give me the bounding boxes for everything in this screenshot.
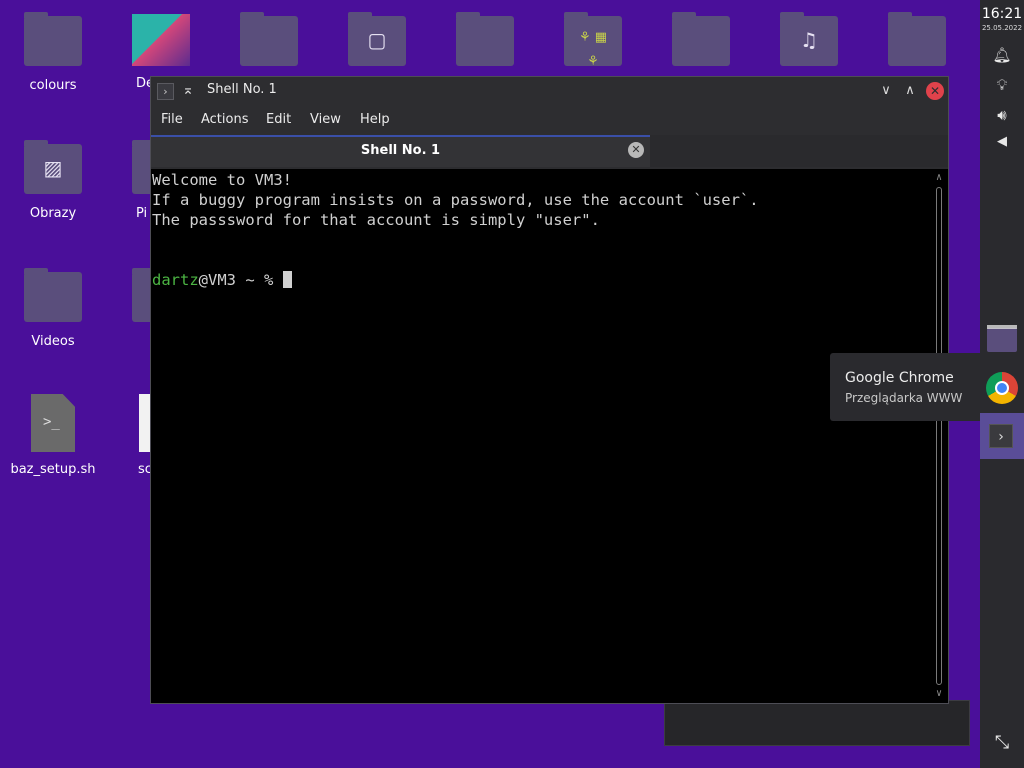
folder-games-icon: ⚘ ▦ ⚘ [564,12,622,69]
desktop-folder[interactable] [872,12,962,66]
menubar: File Actions Edit View Help [151,105,948,135]
desktop-icon-baz-setup[interactable]: >_ baz_setup.sh [8,394,98,477]
scroll-down-icon[interactable]: ∨ [930,687,948,701]
menu-file[interactable]: File [161,112,183,127]
expand-tray-icon[interactable]: ◀ [980,134,1024,149]
desktop-icon-colours[interactable]: colours [8,12,98,93]
folder-icon [672,12,730,66]
notifications-bell-icon[interactable]: 🔔︎ [980,46,1024,64]
prompt-host: @VM3 ~ % [198,271,283,289]
folder-music-icon: ♫ [780,12,838,66]
desktop-folder[interactable] [440,12,530,66]
prompt-user: dartz [152,271,199,289]
close-icon: ✕ [929,84,941,98]
desktop-folder[interactable] [224,12,314,66]
menu-view[interactable]: View [310,112,341,127]
folder-icon [888,12,946,66]
desktop-icon-label: Videos [31,334,75,349]
terminal-line: If a buggy program insists on a password… [152,191,759,209]
menu-edit[interactable]: Edit [266,112,291,127]
menu-actions[interactable]: Actions [201,112,249,127]
text-cursor [282,271,292,288]
tooltip-title: Google Chrome [845,370,954,386]
folder-pictures-icon: ▨ [24,140,82,194]
clock-time[interactable]: 16:21 [980,6,1024,22]
lightbulb-icon[interactable]: 💡︎ [980,76,1024,94]
close-button[interactable]: ✕ [926,82,944,100]
folder-icon [24,268,82,322]
terminal-scrollbar[interactable]: ∧ ∨ [930,169,948,703]
clock-date: 25.05.2022 [981,24,1023,32]
side-panel: 16:21 25.05.2022 🔔︎ 💡︎ 🔊︎ ◀ › ⤡ [980,0,1024,768]
terminal-app-icon[interactable]: › [157,83,174,100]
chevron-down-icon: ∨ [881,83,891,98]
scroll-up-icon[interactable]: ∧ [930,171,948,185]
background-window [664,700,970,746]
terminal-icon: › [989,424,1013,448]
desktop-folder-documents[interactable]: ▢ [332,12,422,66]
volume-icon[interactable]: 🔊︎ [980,106,1024,124]
folder-icon [24,12,82,66]
panel-settings-icon[interactable]: ⤡ [980,732,1024,753]
google-chrome-icon[interactable] [986,372,1018,404]
desktop-icon-label: colours [29,78,77,93]
terminal-output[interactable]: Welcome to VM3! If a buggy program insis… [151,169,948,703]
tab-close-button[interactable]: ✕ [628,142,644,158]
maximize-button[interactable]: ∧ [900,81,920,101]
desktop-icon-label: baz_setup.sh [10,462,96,477]
window-title: Shell No. 1 [207,82,277,97]
keep-above-icon[interactable]: ⌅ [179,81,197,99]
file-manager-icon[interactable] [987,325,1017,352]
tab-bar: Shell No. 1 ✕ [151,135,948,167]
terminal-prompt: dartz@VM3 ~ % [152,271,292,289]
tooltip-subtitle: Przeglądarka WWW [845,391,963,405]
minimize-button[interactable]: ∨ [876,81,896,101]
terminal-line: Welcome to VM3! [152,171,292,189]
desktop-icon-obrazy[interactable]: ▨ Obrazy [8,140,98,221]
desktop-folder[interactable] [656,12,746,66]
tab-label: Shell No. 1 [360,143,441,158]
folder-documents-icon: ▢ [348,12,406,66]
desktop-icon-label: Obrazy [29,206,77,221]
launcher-tooltip: Google Chrome Przeglądarka WWW [830,353,980,421]
task-terminal[interactable]: › [980,413,1024,459]
scrollbar-thumb[interactable] [936,187,942,685]
desktop-icon-videos[interactable]: Videos [8,268,98,349]
window-titlebar[interactable]: › ⌅ Shell No. 1 ∨ ∧ ✕ [151,77,948,105]
terminal-line: The passsword for that account is simply… [152,211,600,229]
folder-icon [456,12,514,66]
desktop-folder-music[interactable]: ♫ [764,12,854,66]
folder-icon [240,12,298,66]
desktop-folder-games[interactable]: ⚘ ▦ ⚘ [548,12,638,69]
close-icon: ✕ [631,143,641,156]
image-thumbnail-icon [132,14,190,66]
chevron-up-icon: ∧ [905,83,915,98]
shell-script-icon: >_ [31,394,75,452]
menu-help[interactable]: Help [360,112,390,127]
tab-shell-1[interactable]: Shell No. 1 ✕ [151,135,650,167]
